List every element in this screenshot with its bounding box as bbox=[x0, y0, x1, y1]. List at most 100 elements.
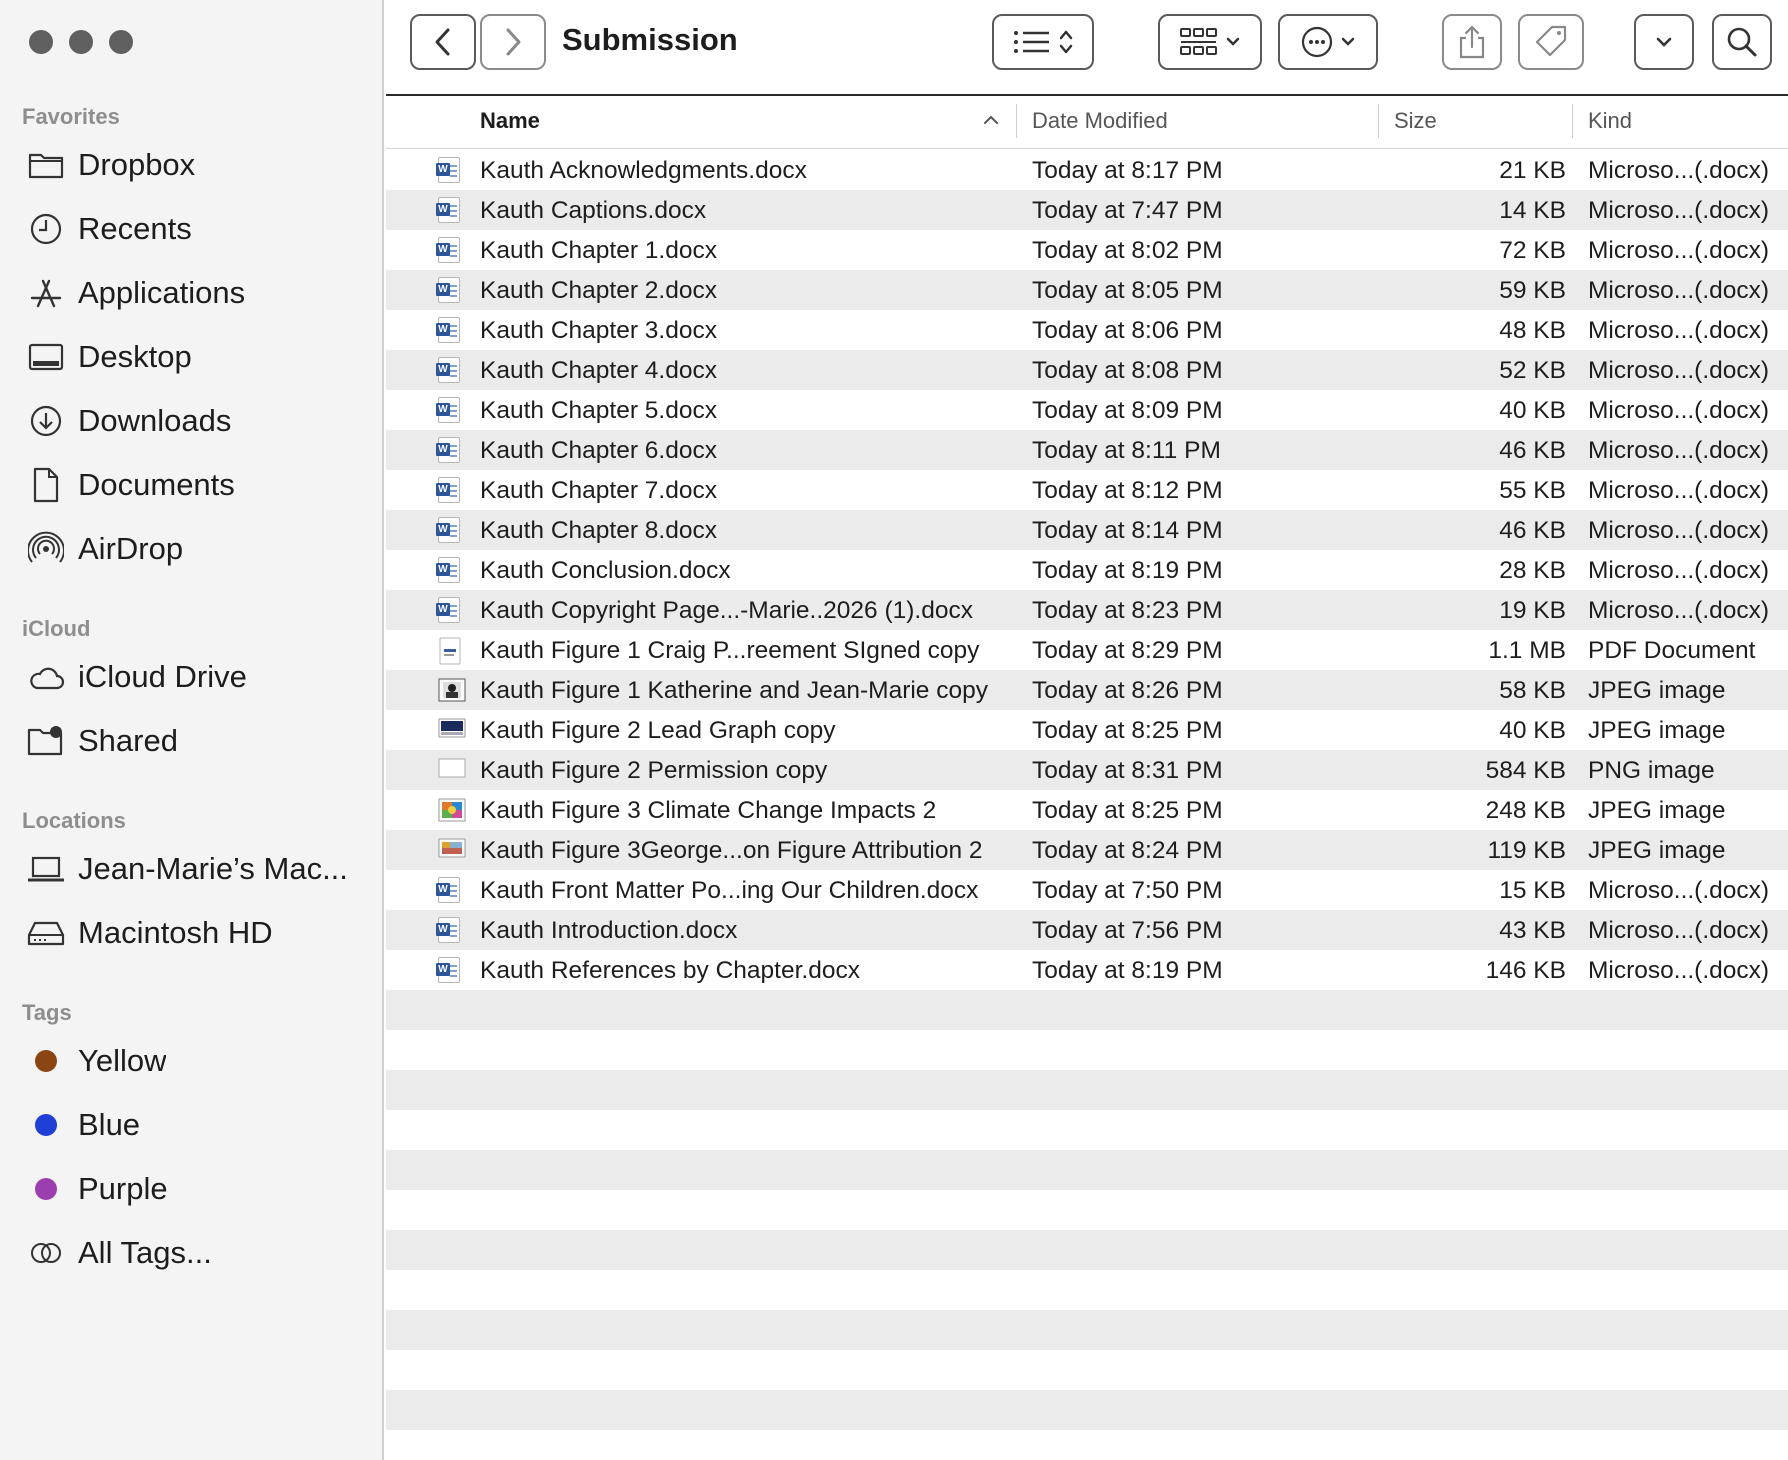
word-document-icon: W bbox=[436, 517, 466, 545]
image-file-icon bbox=[438, 837, 466, 865]
column-separator[interactable] bbox=[1016, 104, 1017, 138]
word-document-icon: W bbox=[436, 277, 466, 305]
file-row[interactable]: Kauth Figure 3 Climate Change Impacts 2 T… bbox=[386, 790, 1788, 830]
column-kind[interactable]: Kind bbox=[1588, 108, 1632, 134]
file-size: 40 KB bbox=[1499, 717, 1566, 744]
sort-ascending-icon[interactable] bbox=[982, 114, 1000, 126]
file-name: Kauth Chapter 4.docx bbox=[480, 357, 717, 384]
sidebar-item-desktop[interactable]: Desktop bbox=[26, 330, 366, 384]
close-window-button[interactable] bbox=[29, 30, 53, 54]
file-row[interactable]: W Kauth Chapter 2.docx Today at 8:05 PM 59 … bbox=[386, 270, 1788, 310]
group-button[interactable] bbox=[1158, 14, 1262, 70]
tag-button[interactable] bbox=[1518, 14, 1584, 70]
word-document-icon: W bbox=[436, 597, 466, 625]
file-size: 48 KB bbox=[1499, 317, 1566, 344]
sidebar-item-tag-yellow[interactable]: Yellow bbox=[26, 1034, 366, 1088]
search-button[interactable] bbox=[1712, 14, 1772, 70]
file-date-modified: Today at 8:29 PM bbox=[1032, 637, 1223, 664]
sidebar-item-mac[interactable]: Jean-Marie’s Mac... bbox=[26, 842, 366, 896]
file-row[interactable]: Kauth Figure 2 Lead Graph copy Today at 8… bbox=[386, 710, 1788, 750]
column-name[interactable]: Name bbox=[480, 108, 540, 134]
column-separator[interactable] bbox=[1378, 104, 1379, 138]
toolbar: Submission bbox=[386, 0, 1788, 96]
sidebar-item-all-tags[interactable]: All Tags... bbox=[26, 1226, 366, 1280]
file-row[interactable]: W Kauth Captions.docx Today at 7:47 PM 14 K… bbox=[386, 190, 1788, 230]
sidebar-item-airdrop[interactable]: AirDrop bbox=[26, 522, 366, 576]
file-row[interactable]: W Kauth Chapter 7.docx Today at 8:12 PM 55 … bbox=[386, 470, 1788, 510]
file-row[interactable]: Kauth Figure 3George...on Figure Attribu… bbox=[386, 830, 1788, 870]
file-name: Kauth Conclusion.docx bbox=[480, 557, 731, 584]
grid-icon bbox=[1180, 28, 1217, 55]
word-document-icon: W bbox=[436, 397, 466, 425]
file-size: 19 KB bbox=[1499, 597, 1566, 624]
file-row[interactable]: W Kauth Chapter 6.docx Today at 8:11 PM 46 … bbox=[386, 430, 1788, 470]
file-row[interactable]: W Kauth Copyright Page...-Marie..2026 (1)… bbox=[386, 590, 1788, 630]
file-row[interactable]: W Kauth Chapter 3.docx Today at 8:06 PM 48 … bbox=[386, 310, 1788, 350]
file-row[interactable]: W Kauth Chapter 8.docx Today at 8:14 PM 46 … bbox=[386, 510, 1788, 550]
word-document-icon: W bbox=[436, 877, 466, 905]
icloud-section-title: iCloud bbox=[22, 616, 91, 641]
sidebar-item-label: Recents bbox=[78, 211, 192, 246]
empty-row bbox=[386, 1350, 1788, 1390]
file-kind: Microso...(.docx) bbox=[1588, 397, 1770, 424]
empty-row bbox=[386, 990, 1788, 1030]
file-kind: Microso...(.docx) bbox=[1588, 477, 1770, 504]
sidebar-item-label: Yellow bbox=[78, 1043, 167, 1078]
sidebar-item-tag-purple[interactable]: Purple bbox=[26, 1162, 366, 1216]
sidebar-item-macintosh-hd[interactable]: Macintosh HD bbox=[26, 906, 366, 960]
file-kind: Microso...(.docx) bbox=[1588, 877, 1770, 904]
file-name: Kauth Chapter 1.docx bbox=[480, 237, 717, 264]
updown-chevron-icon bbox=[1059, 30, 1073, 54]
sidebar-item-downloads[interactable]: Downloads bbox=[26, 394, 366, 448]
file-size: 28 KB bbox=[1499, 557, 1566, 584]
file-name: Kauth Figure 2 Lead Graph copy bbox=[480, 717, 836, 744]
file-row[interactable]: Kauth Figure 1 Craig P...reement SIgned … bbox=[386, 630, 1788, 670]
file-row[interactable]: W Kauth Front Matter Po...ing Our Childre… bbox=[386, 870, 1788, 910]
sidebar-item-dropbox[interactable]: Dropbox bbox=[26, 138, 366, 192]
sidebar-item-applications[interactable]: Applications bbox=[26, 266, 366, 320]
clock-icon bbox=[26, 209, 66, 249]
minimize-window-button[interactable] bbox=[69, 30, 93, 54]
file-name: Kauth Copyright Page...-Marie..2026 (1).… bbox=[480, 597, 973, 624]
file-size: 46 KB bbox=[1499, 437, 1566, 464]
column-date-modified[interactable]: Date Modified bbox=[1032, 108, 1168, 134]
file-row[interactable]: W Kauth Conclusion.docx Today at 8:19 PM 28… bbox=[386, 550, 1788, 590]
tag-icon bbox=[1535, 25, 1567, 57]
cloud-icon bbox=[26, 657, 66, 697]
back-button[interactable] bbox=[410, 14, 476, 70]
file-row[interactable]: W Kauth Acknowledgments.docx Today at 8:17… bbox=[386, 150, 1788, 190]
file-row[interactable]: Kauth Figure 1 Katherine and Jean-Marie … bbox=[386, 670, 1788, 710]
sidebar-item-documents[interactable]: Documents bbox=[26, 458, 366, 512]
empty-row bbox=[386, 1310, 1788, 1350]
sidebar-item-icloud-drive[interactable]: iCloud Drive bbox=[26, 650, 366, 704]
all-tags-icon bbox=[26, 1233, 66, 1273]
more-actions-button[interactable] bbox=[1278, 14, 1378, 70]
file-row[interactable]: W Kauth Chapter 4.docx Today at 8:08 PM 52 … bbox=[386, 350, 1788, 390]
shared-folder-icon bbox=[26, 721, 66, 761]
file-row[interactable]: Kauth Figure 2 Permission copy Today at 8… bbox=[386, 750, 1788, 790]
word-document-icon: W bbox=[436, 317, 466, 345]
sidebar-item-recents[interactable]: Recents bbox=[26, 202, 366, 256]
forward-button[interactable] bbox=[480, 14, 546, 70]
column-size[interactable]: Size bbox=[1394, 108, 1437, 134]
tags-section-title: Tags bbox=[22, 1000, 72, 1025]
chevron-down-icon bbox=[1226, 37, 1240, 46]
file-row[interactable]: W Kauth References by Chapter.docx Today a… bbox=[386, 950, 1788, 990]
column-separator[interactable] bbox=[1572, 104, 1573, 138]
sidebar-item-label: AirDrop bbox=[78, 531, 184, 566]
list-view-button[interactable] bbox=[992, 14, 1094, 70]
sidebar-item-tag-blue[interactable]: Blue bbox=[26, 1098, 366, 1152]
share-button[interactable] bbox=[1442, 14, 1502, 70]
file-row[interactable]: W Kauth Chapter 1.docx Today at 8:02 PM 72 … bbox=[386, 230, 1788, 270]
sidebar-item-shared[interactable]: Shared bbox=[26, 714, 366, 768]
expand-button[interactable] bbox=[1634, 14, 1694, 70]
file-date-modified: Today at 8:19 PM bbox=[1032, 557, 1223, 584]
word-document-icon: W bbox=[436, 477, 466, 505]
zoom-window-button[interactable] bbox=[109, 30, 133, 54]
file-size: 72 KB bbox=[1499, 237, 1566, 264]
folder-icon bbox=[26, 145, 66, 185]
empty-row bbox=[386, 1230, 1788, 1270]
file-row[interactable]: W Kauth Chapter 5.docx Today at 8:09 PM 40 … bbox=[386, 390, 1788, 430]
file-row[interactable]: W Kauth Introduction.docx Today at 7:56 PM… bbox=[386, 910, 1788, 950]
file-size: 58 KB bbox=[1499, 677, 1566, 704]
